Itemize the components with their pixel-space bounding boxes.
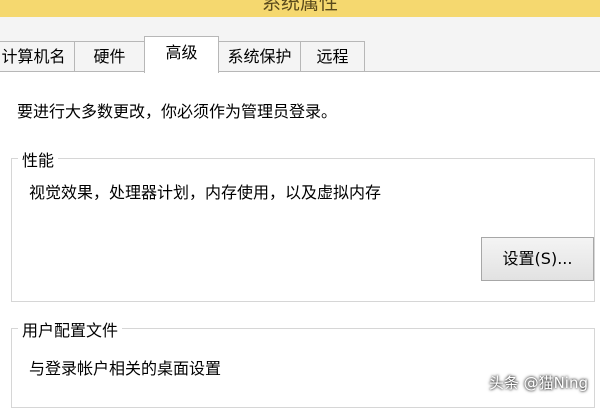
performance-settings-button[interactable]: 设置(S)... bbox=[481, 237, 594, 281]
watermark: 头条 @猫Ning bbox=[488, 374, 588, 392]
tab-system-protection[interactable]: 系统保护 bbox=[218, 41, 301, 72]
user-profiles-description: 与登录帐户相关的桌面设置 bbox=[29, 359, 222, 378]
performance-description: 视觉效果，处理器计划，内存使用，以及虚拟内存 bbox=[29, 183, 382, 202]
user-profiles-group-label: 用户配置文件 bbox=[18, 317, 123, 341]
admin-note: 要进行大多数更改，你必须作为管理员登录。 bbox=[17, 102, 338, 121]
performance-group-label: 性能 bbox=[18, 147, 59, 171]
tab-advanced[interactable]: 高级 bbox=[144, 36, 219, 73]
tab-strip: 计算机名 硬件 高级 系统保护 远程 bbox=[0, 17, 600, 73]
window-title: 系统属性 bbox=[261, 0, 338, 14]
title-bar: 系统属性 bbox=[0, 0, 600, 17]
tab-computer-name[interactable]: 计算机名 bbox=[0, 41, 75, 72]
tab-remote[interactable]: 远程 bbox=[300, 41, 365, 72]
tab-hardware[interactable]: 硬件 bbox=[74, 41, 145, 72]
